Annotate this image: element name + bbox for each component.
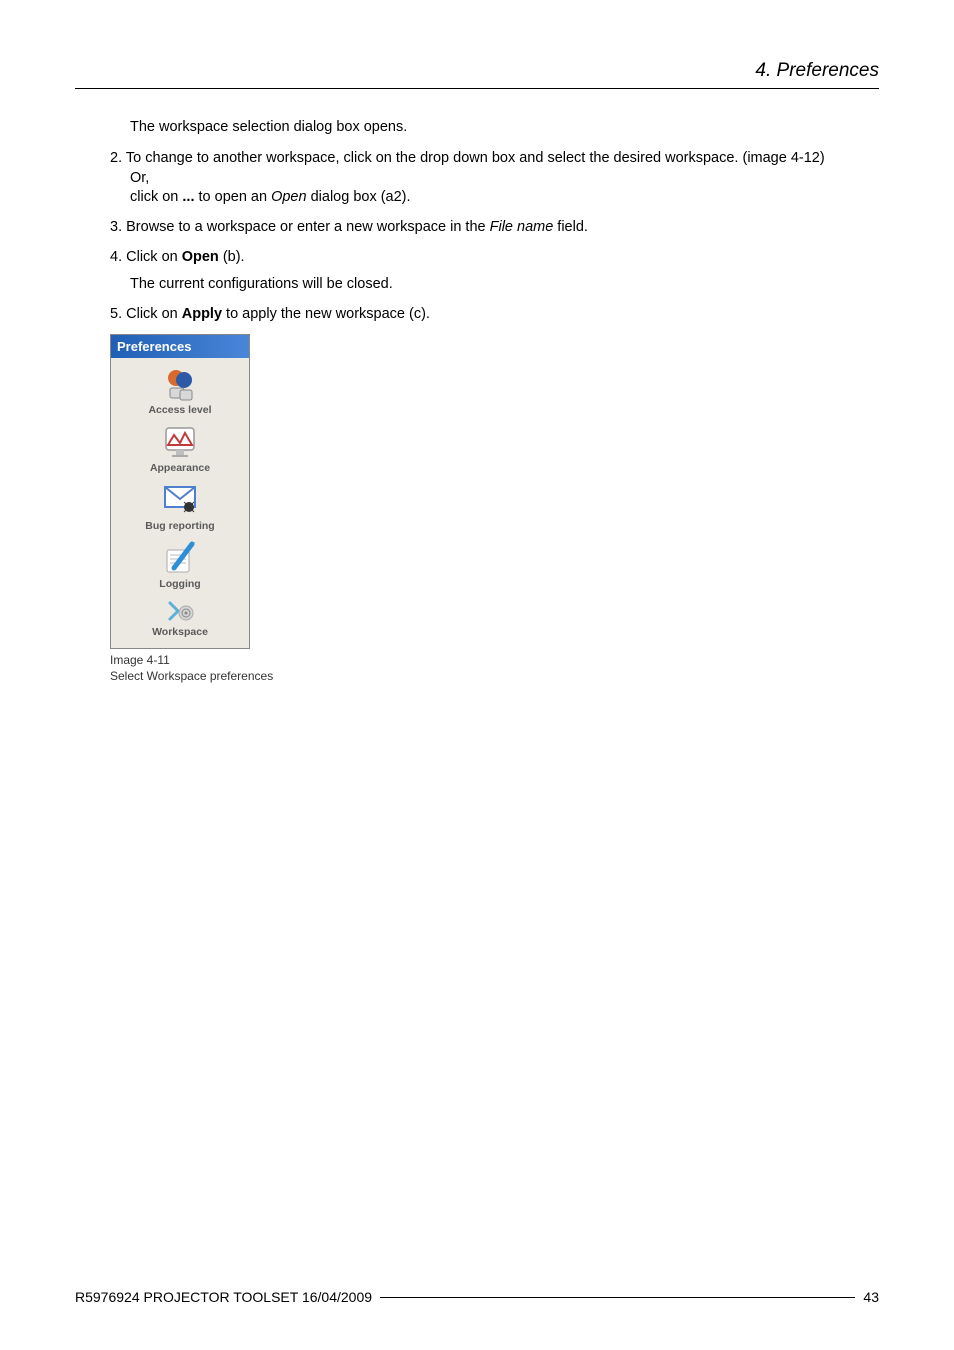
footer-page-number: 43 [863, 1289, 879, 1305]
text-part: dialog box (a2). [307, 189, 411, 205]
prefs-item-appearance[interactable]: Appearance [115, 420, 245, 476]
text-part: to apply the new workspace (c). [222, 306, 430, 322]
prefs-item-bug-reporting[interactable]: Bug reporting [115, 478, 245, 534]
text-italic: Open [271, 189, 306, 205]
content-block: The workspace selection dialog box opens… [75, 117, 879, 685]
text-part: (b). [219, 249, 245, 265]
prefs-label: Logging [115, 578, 245, 590]
step-number: 2. [110, 150, 122, 166]
caption-line1: Image 4-11 [110, 652, 879, 668]
step-number: 5. [110, 306, 122, 322]
document-page: 4. Preferences The workspace selection d… [0, 0, 954, 1350]
step-3: 3. Browse to a workspace or enter a new … [110, 218, 879, 238]
step-text: To change to another workspace, click on… [126, 150, 825, 166]
appearance-icon [160, 423, 200, 461]
text-part: Browse to a workspace or enter a new wor… [126, 219, 489, 235]
prefs-item-access-level[interactable]: Access level [115, 362, 245, 418]
step-text: Click on Open (b). [126, 249, 244, 265]
footer-line [380, 1297, 855, 1298]
caption-line2: Select Workspace preferences [110, 668, 879, 684]
text-italic: File name [490, 219, 554, 235]
bug-reporting-icon [160, 481, 200, 519]
workspace-icon [160, 597, 200, 625]
step-text-click: click on ... to open an Open dialog box … [110, 188, 879, 208]
footer-left: R5976924 PROJECTOR TOOLSET 16/04/2009 [75, 1289, 372, 1305]
prefs-label: Workspace [115, 626, 245, 638]
step-text-or: Or, [110, 169, 879, 189]
logging-icon [160, 539, 200, 577]
text-bold: ... [182, 189, 194, 205]
step-5: 5. Click on Apply to apply the new works… [110, 305, 879, 325]
prefs-item-workspace[interactable]: Workspace [115, 594, 245, 640]
text-bold: Open [182, 249, 219, 265]
prefs-label: Bug reporting [115, 520, 245, 532]
step-text: Click on Apply to apply the new workspac… [126, 306, 430, 322]
step-2: 2. To change to another workspace, click… [110, 149, 879, 208]
step-number: 4. [110, 249, 122, 265]
text-part: Click on [126, 249, 182, 265]
section-header: 4. Preferences [75, 60, 879, 89]
intro-text: The workspace selection dialog box opens… [110, 117, 879, 137]
prefs-label: Access level [115, 404, 245, 416]
step-subtext: The current configurations will be close… [110, 275, 879, 295]
preferences-panel: Preferences Access level [110, 334, 250, 649]
step-number: 3. [110, 219, 122, 235]
prefs-item-logging[interactable]: Logging [115, 536, 245, 592]
step-text: Browse to a workspace or enter a new wor… [126, 219, 588, 235]
preferences-title: Preferences [111, 335, 249, 358]
text-part: to open an [194, 189, 271, 205]
text-bold: Apply [182, 306, 222, 322]
access-level-icon [160, 365, 200, 403]
text-part: Click on [126, 306, 182, 322]
page-footer: R5976924 PROJECTOR TOOLSET 16/04/2009 43 [75, 1289, 879, 1305]
preferences-body: Access level Appearance [111, 358, 249, 648]
step-4: 4. Click on Open (b). The current config… [110, 248, 879, 295]
text-part: field. [553, 219, 588, 235]
text-part: click on [130, 189, 182, 205]
image-caption: Image 4-11 Select Workspace preferences [110, 652, 879, 684]
prefs-label: Appearance [115, 462, 245, 474]
